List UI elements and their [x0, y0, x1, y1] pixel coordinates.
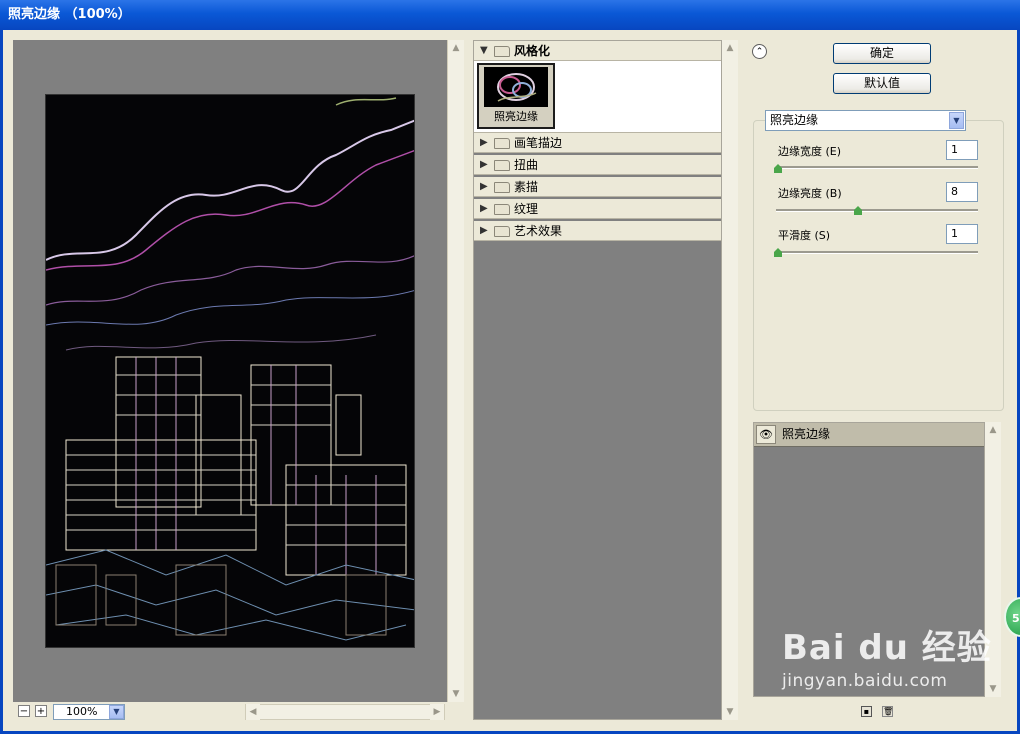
- category-texture[interactable]: ▶ 纹理: [474, 199, 721, 219]
- effect-layer-row[interactable]: 👁 照亮边缘: [754, 423, 984, 447]
- gallery-vertical-scrollbar[interactable]: ▲ ▼: [722, 40, 738, 720]
- thumbnail-label: 照亮边缘: [494, 110, 538, 123]
- zoom-out-button[interactable]: −: [18, 705, 30, 717]
- default-button[interactable]: 默认值: [833, 73, 931, 94]
- triangle-down-icon[interactable]: ▼: [480, 41, 488, 61]
- folder-icon: [494, 204, 510, 215]
- scroll-up-icon[interactable]: ▲: [448, 40, 464, 56]
- filter-settings-group: [753, 120, 1004, 411]
- trash-icon[interactable]: 🗑: [882, 706, 893, 717]
- edge-brightness-slider[interactable]: [776, 209, 978, 212]
- category-label: 风格化: [514, 44, 551, 58]
- category-sketch[interactable]: ▶ 素描: [474, 177, 721, 197]
- folder-open-icon: [494, 46, 510, 57]
- smoothness-input[interactable]: 1: [946, 224, 978, 244]
- preview-vertical-scrollbar[interactable]: ▲ ▼: [447, 40, 464, 702]
- new-effect-layer-icon[interactable]: ▪: [861, 706, 872, 717]
- thumbnail-image: [484, 67, 548, 107]
- watermark: Bai du 经验 jingyan.baidu.com: [782, 620, 992, 691]
- category-artistic[interactable]: ▶ 艺术效果: [474, 221, 721, 241]
- edge-brightness-label: 边缘亮度 (B): [778, 187, 842, 200]
- window-frame-left: [0, 30, 3, 734]
- edge-width-label: 边缘宽度 (E): [778, 145, 842, 158]
- window-title: 照亮边缘 （100%）: [0, 0, 1020, 30]
- triangle-right-icon[interactable]: ▶: [480, 133, 488, 153]
- folder-icon: [494, 160, 510, 171]
- filter-thumb-glowing-edges[interactable]: 照亮边缘: [477, 63, 555, 129]
- triangle-right-icon[interactable]: ▶: [480, 177, 488, 197]
- chevron-down-icon[interactable]: ▼: [949, 112, 964, 129]
- triangle-right-icon[interactable]: ▶: [480, 199, 488, 219]
- floating-badge[interactable]: 51: [1004, 597, 1020, 637]
- edge-width-slider[interactable]: [776, 166, 978, 169]
- scroll-down-icon[interactable]: ▼: [448, 686, 464, 702]
- filter-gallery: ▼ 风格化 照亮边缘 ▶ 画笔描边 ▶ 扭曲 ▶ 素描 ▶ 纹理 ▶ 艺术效果: [473, 40, 722, 720]
- folder-icon: [494, 138, 510, 149]
- preview-image: [45, 94, 415, 648]
- category-distort[interactable]: ▶ 扭曲: [474, 155, 721, 175]
- scroll-down-icon[interactable]: ▼: [722, 704, 738, 720]
- scroll-right-icon[interactable]: ▶: [430, 704, 444, 720]
- edge-width-input[interactable]: 1: [946, 140, 978, 160]
- eye-icon[interactable]: 👁: [756, 425, 776, 444]
- category-label: 素描: [514, 180, 539, 194]
- ok-button[interactable]: 确定: [833, 43, 931, 64]
- scroll-left-icon[interactable]: ◀: [246, 704, 260, 720]
- collapse-gallery-icon[interactable]: ⌃: [752, 44, 767, 59]
- folder-icon: [494, 226, 510, 237]
- triangle-right-icon[interactable]: ▶: [480, 221, 488, 241]
- watermark-url: jingyan.baidu.com: [782, 671, 948, 691]
- smoothness-slider[interactable]: [776, 251, 978, 254]
- effect-layer-name: 照亮边缘: [782, 427, 831, 441]
- category-stylize[interactable]: ▼ 风格化: [474, 41, 721, 61]
- category-label: 纹理: [514, 202, 539, 216]
- scroll-up-icon[interactable]: ▲: [985, 422, 1001, 438]
- triangle-right-icon[interactable]: ▶: [480, 155, 488, 175]
- category-label: 扭曲: [514, 158, 539, 172]
- folder-icon: [494, 182, 510, 193]
- zoom-in-button[interactable]: +: [35, 705, 47, 717]
- filter-select[interactable]: 照亮边缘 ▼: [765, 110, 966, 131]
- filter-thumbnails: 照亮边缘: [474, 61, 721, 133]
- category-label: 艺术效果: [514, 224, 563, 238]
- watermark-logo: Bai du 经验: [782, 628, 992, 668]
- preview-bottom-bar: − + 100% ▼ ◀ ▶: [13, 703, 463, 721]
- edge-brightness-input[interactable]: 8: [946, 182, 978, 202]
- category-label: 画笔描边: [514, 136, 563, 150]
- smoothness-label: 平滑度 (S): [778, 229, 831, 242]
- preview-horizontal-scrollbar[interactable]: ◀ ▶: [245, 704, 445, 720]
- chevron-down-icon[interactable]: ▼: [109, 705, 124, 719]
- filter-select-value: 照亮边缘: [770, 113, 819, 127]
- category-brush-strokes[interactable]: ▶ 画笔描边: [474, 133, 721, 153]
- scroll-up-icon[interactable]: ▲: [722, 40, 738, 56]
